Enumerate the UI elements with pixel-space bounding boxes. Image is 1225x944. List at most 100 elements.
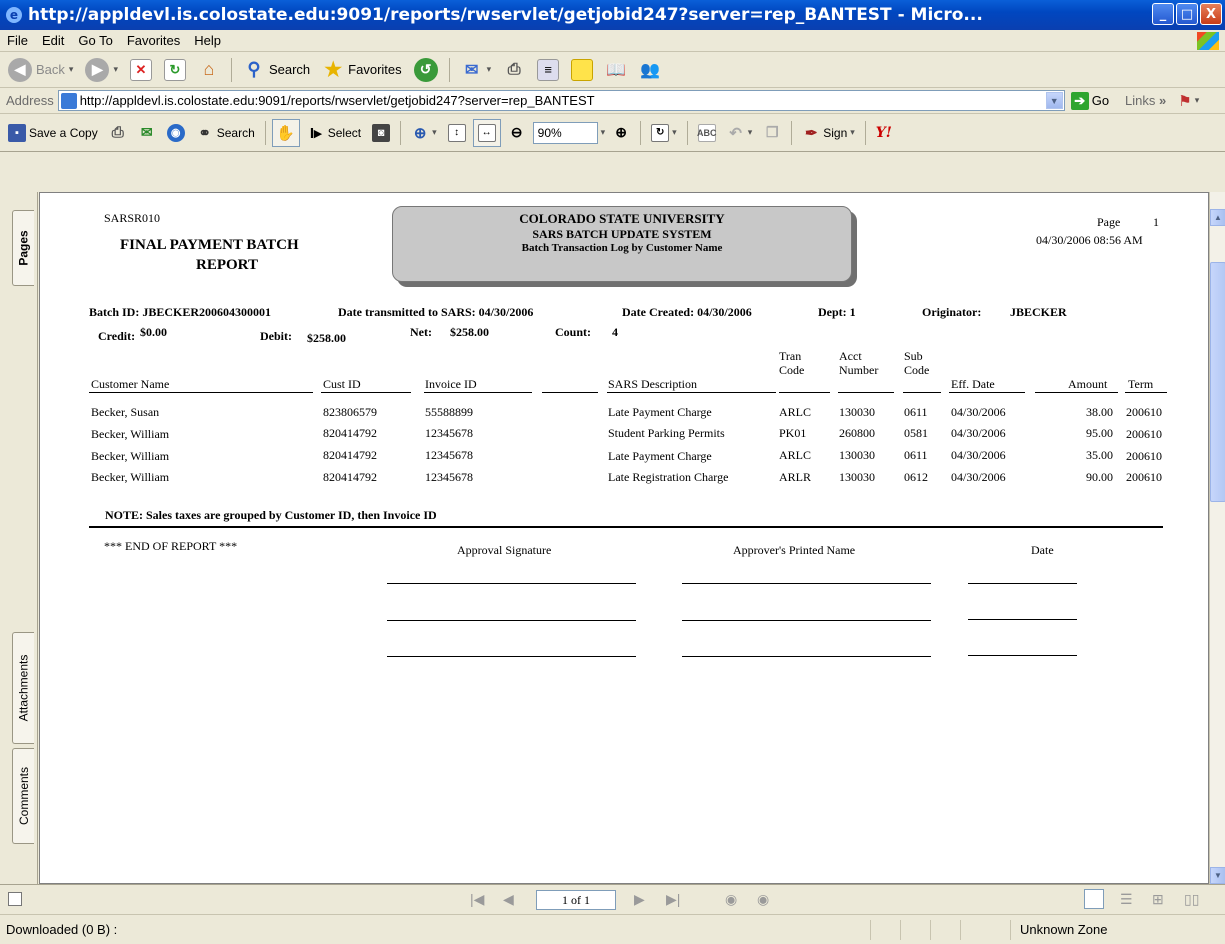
cell-eff-date: 04/30/2006: [951, 405, 1006, 419]
menu-favorites[interactable]: Favorites: [120, 33, 187, 48]
tab-comments[interactable]: Comments: [12, 748, 34, 844]
pdf-document-view[interactable]: SARSR010 FINAL PAYMENT BATCH REPORT COLO…: [39, 192, 1209, 884]
menu-file[interactable]: File: [0, 33, 35, 48]
research-button[interactable]: 📖: [601, 55, 631, 85]
col-underline: [424, 392, 532, 393]
hand-tool-button[interactable]: ✋: [271, 118, 300, 147]
close-button[interactable]: X: [1200, 3, 1222, 25]
menu-goto[interactable]: Go To: [71, 33, 119, 48]
menu-edit[interactable]: Edit: [35, 33, 71, 48]
previous-page-icon[interactable]: ◀: [503, 891, 514, 908]
disk-icon: ▪: [8, 123, 26, 142]
rotate-view-button[interactable]: ↻ ▾: [647, 119, 681, 147]
banner-line2: SARS BATCH UPDATE SYSTEM: [532, 227, 712, 241]
address-input[interactable]: http://appldevl.is.colostate.edu:9091/re…: [57, 90, 1065, 111]
next-view-icon[interactable]: ◉: [757, 891, 769, 908]
actual-size-button[interactable]: ↕: [444, 119, 470, 147]
web-search-button[interactable]: ◉: [163, 119, 189, 147]
print-button[interactable]: ⎙: [105, 119, 131, 147]
spelling-button[interactable]: ABC: [694, 119, 720, 147]
facing-pages-icon[interactable]: ⊞: [1152, 891, 1164, 908]
home-button[interactable]: ⌂: [194, 55, 224, 85]
zoom-dropdown-chevron-icon[interactable]: ▾: [601, 127, 606, 138]
forward-button[interactable]: ▶ ▾: [81, 55, 122, 85]
report-note: NOTE: Sales taxes are grouped by Custome…: [105, 508, 437, 522]
batch-id: Batch ID: JBECKER200604300001: [89, 305, 272, 319]
tab-attachments[interactable]: Attachments: [12, 632, 34, 744]
snapshot-button[interactable]: ◙: [368, 119, 394, 147]
stop-button[interactable]: ✕: [126, 55, 156, 85]
signature-line: [387, 583, 636, 584]
continuous-facing-icon[interactable]: ▯▯: [1184, 891, 1199, 908]
cell-invoice: 12345678: [425, 448, 473, 462]
links-button[interactable]: Links »: [1125, 93, 1166, 108]
copy-button[interactable]: ❐: [759, 119, 785, 147]
toolbar-separator: [686, 120, 688, 145]
zoom-in-button[interactable]: ⊕: [608, 119, 634, 147]
report-title-line1: FINAL PAYMENT BATCH: [120, 237, 299, 253]
previous-view-icon[interactable]: ◉: [725, 891, 737, 908]
zoom-in-tool-button[interactable]: ⊕ ▾: [407, 119, 441, 147]
maximize-button[interactable]: □: [1176, 3, 1198, 25]
select-label: Select: [327, 125, 362, 140]
window-title: http://appldevl.is.colostate.edu:9091/re…: [28, 5, 983, 25]
chevron-down-icon: ▾: [850, 127, 855, 137]
cell-acct: 130030: [839, 405, 875, 419]
zoom-level-input[interactable]: 90%: [532, 121, 598, 144]
save-copy-button[interactable]: ▪ Save a Copy: [4, 119, 102, 147]
mail-button[interactable]: ✉ ▾: [457, 55, 496, 85]
zoom-out-button[interactable]: ⊖: [504, 119, 530, 147]
vertical-scrollbar[interactable]: ▲ ▼: [1209, 192, 1225, 884]
single-page-icon[interactable]: [1084, 889, 1104, 909]
cell-term: 200610: [1126, 405, 1162, 419]
tab-pages[interactable]: Pages: [12, 210, 34, 286]
fit-width-button[interactable]: ↔: [472, 118, 501, 147]
refresh-icon: ↻: [163, 58, 186, 81]
email-button[interactable]: ✉: [134, 119, 160, 147]
undo-button[interactable]: ↶ ▾: [723, 119, 757, 147]
last-page-icon[interactable]: ▶|: [666, 891, 680, 908]
col-tran-2: Code: [779, 363, 805, 377]
translate-icon[interactable]: ⚑: [1178, 92, 1191, 110]
chevron-down-icon[interactable]: ▾: [1195, 95, 1200, 106]
binoculars-icon: ⚭: [198, 124, 211, 142]
select-tool-button[interactable]: I▸ Select: [303, 119, 365, 147]
date-transmitted: Date transmitted to SARS: 04/30/2006: [338, 305, 534, 319]
cell-invoice: 55588899: [425, 405, 473, 419]
search-button[interactable]: ⚲ Search: [239, 55, 314, 85]
menu-help[interactable]: Help: [187, 33, 228, 48]
edit-button[interactable]: ≡: [533, 55, 563, 85]
acro-search-button[interactable]: ⚭ Search: [192, 119, 259, 147]
scroll-thumb[interactable]: [1210, 262, 1225, 502]
refresh-button[interactable]: ↻: [160, 55, 190, 85]
printed-name-line: [682, 620, 931, 621]
page-layout-icon[interactable]: [8, 892, 22, 906]
notes-button[interactable]: [567, 55, 597, 85]
scroll-down-icon[interactable]: ▼: [1210, 867, 1225, 884]
scroll-up-icon[interactable]: ▲: [1210, 209, 1225, 226]
address-bar: Address http://appldevl.is.colostate.edu…: [0, 88, 1225, 114]
cell-acct: 130030: [839, 448, 875, 462]
history-button[interactable]: ↺: [410, 55, 442, 85]
favorites-button[interactable]: ★ Favorites: [318, 55, 405, 85]
minimize-button[interactable]: _: [1152, 3, 1174, 25]
document-header-gap: [0, 152, 1225, 192]
col-tran-1: Tran: [779, 349, 802, 363]
sign-button[interactable]: ✒ Sign ▾: [798, 119, 859, 147]
first-page-icon[interactable]: |◀: [470, 891, 484, 908]
messenger-button[interactable]: 👥: [635, 55, 665, 85]
count-value: 4: [612, 325, 618, 339]
continuous-icon[interactable]: ☰: [1120, 891, 1133, 908]
plus-circle-icon: ⊕: [615, 124, 628, 140]
chevron-down-icon: ▾: [113, 64, 118, 74]
col-description: SARS Description: [608, 377, 698, 391]
next-page-icon[interactable]: ▶: [634, 891, 645, 908]
chevron-down-icon[interactable]: ▼: [1045, 92, 1063, 109]
go-button[interactable]: ➔ Go: [1070, 91, 1109, 110]
print-button[interactable]: ⎙: [499, 55, 529, 85]
page-number-input[interactable]: 1 of 1: [536, 890, 616, 910]
back-button[interactable]: ◀ Back ▾: [4, 55, 77, 85]
yahoo-button[interactable]: Y!: [872, 119, 896, 147]
net-label: Net:: [410, 325, 432, 339]
note-icon: [571, 58, 594, 81]
